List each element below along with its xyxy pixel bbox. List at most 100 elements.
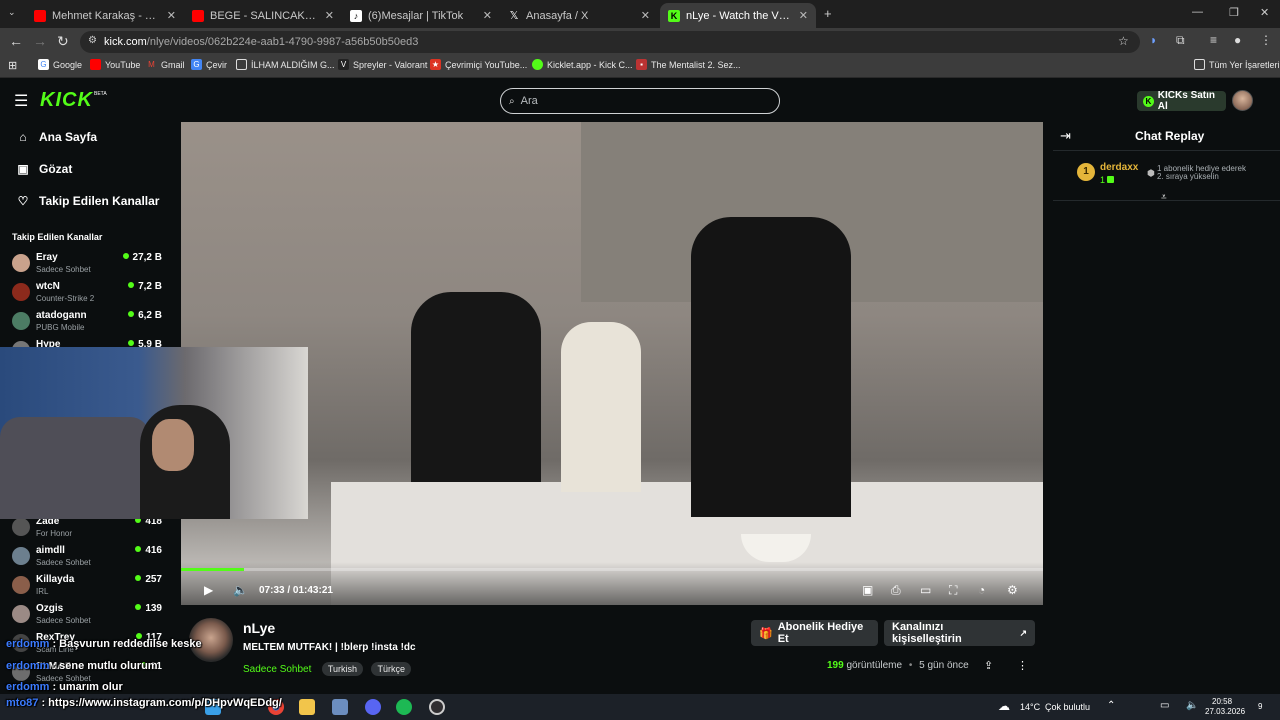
tag-turkce[interactable]: Türkçe [371,662,411,676]
video-player[interactable]: ▶ 🔈 07:33 / 01:43:21 ▣ ⎙ ▭ ⛶ ◔ ⚙ [181,122,1043,605]
tab-search-button[interactable]: ⌄ [8,7,16,18]
bookmark-star-icon[interactable]: ☆ [1118,34,1129,48]
clock-date[interactable]: 27.03.2026 [1205,707,1245,716]
obs-icon[interactable] [429,699,445,715]
settings-icon[interactable]: ⚙ [1007,583,1018,597]
more-options-icon[interactable]: ⋮ [1017,659,1028,672]
close-icon[interactable]: ✕ [325,9,334,22]
file-explorer-icon[interactable] [299,699,315,715]
clock-time[interactable]: 20:58 [1212,697,1232,706]
kicks-icon: K [1143,95,1154,107]
tab-youtube-1[interactable]: Mehmet Karakaş - YouTube✕ [26,3,184,28]
app-icon[interactable] [332,699,348,715]
media-icon[interactable]: ≡ [1210,33,1217,47]
tab-kick[interactable]: KnLye - Watch the VOD on Kick✕ [660,3,816,28]
tray-chevron-icon[interactable]: ⌃ [1107,700,1115,711]
clip-icon[interactable]: ⎙ [891,583,901,598]
close-icon[interactable]: ✕ [483,9,492,22]
video-age: 5 gün önce [919,660,969,671]
restore-button[interactable]: ❐ [1229,6,1239,19]
volume-icon[interactable]: 🔈 [1186,700,1198,711]
network-icon[interactable]: ▭ [1160,700,1169,711]
address-toolbar: ← → ↻ ⚙ kick.com/nlye/videos/062b224e-aa… [0,28,1280,56]
discord-icon[interactable] [365,699,381,715]
kick-logo[interactable]: KICK [40,89,93,112]
site-info-icon[interactable]: ⚙ [88,35,97,46]
tag-turkish[interactable]: Turkish [321,662,364,676]
mini-player-icon[interactable]: ▣ [862,583,873,597]
weather-icon[interactable]: ☁ [998,699,1010,713]
nav-browse[interactable]: ▣ Gözat [16,162,72,176]
spotify-icon[interactable] [396,699,412,715]
expand-leaderboard-icon[interactable]: ⩡ [1161,192,1167,203]
close-icon[interactable]: ✕ [167,9,176,22]
user-avatar[interactable] [1232,90,1253,111]
minimize-button[interactable]: — [1192,6,1203,18]
play-icon[interactable]: ▶ [204,583,213,597]
tab-tiktok[interactable]: ♪ (6)Mesajlar | TikTok ✕ [342,3,500,28]
apps-icon[interactable]: ⊞ [8,59,17,72]
customize-channel-button[interactable]: Kanalınızı kişiselleştirin ↗ [884,620,1035,646]
bookmark-folder[interactable]: İLHAM ALDIĞIM G... [236,59,335,70]
category-link[interactable]: Sadece Sohbet [243,664,311,675]
bookmark-youtube[interactable]: YouTube [90,59,140,70]
channel-item[interactable]: Ozgis Sadece Sohbet 139 [12,603,162,631]
hamburger-menu-icon[interactable]: ☰ [14,91,28,111]
tab-youtube-2[interactable]: BEGE - SALINCAK FT. WEGH, O✕ [184,3,342,28]
nav-home[interactable]: ⌂ Ana Sayfa [16,130,97,144]
share-icon[interactable]: ⇪ [984,659,993,672]
channel-name[interactable]: nLye [243,620,275,636]
menu-icon[interactable]: ⋮ [1260,33,1272,47]
close-icon[interactable]: ✕ [641,9,650,22]
close-icon[interactable]: ✕ [799,9,808,22]
leaderboard-entry[interactable]: 1 derdaxx 1 ⬢ 1 abonelik hediye ederek 2… [1077,162,1277,186]
forward-icon[interactable]: → [33,33,47,49]
profile-icon[interactable]: ● [1234,33,1241,47]
avatar [12,283,30,301]
volume-icon[interactable]: 🔈 [233,583,248,597]
close-window-button[interactable]: ✕ [1260,6,1269,19]
channel-item[interactable]: wtcN Counter-Strike 2 7,2 B [12,281,162,309]
progress-bar[interactable] [181,568,1043,571]
speed-icon[interactable]: ◔ [978,583,985,597]
new-tab-button[interactable]: + [824,6,832,21]
collapse-chat-icon[interactable]: ⇥ [1060,128,1071,144]
youtube-icon [90,59,101,70]
channel-item[interactable]: Eray Sadece Sohbet 27,2 B [12,252,162,280]
gift-subscription-button[interactable]: 🎁 Abonelik Hediye Et [751,620,878,646]
bookmark-gmail[interactable]: M Gmail [146,59,184,70]
valorant-icon: V [338,59,349,70]
notification-badge[interactable]: 9 [1258,702,1262,711]
channel-item[interactable]: atadogann PUBG Mobile 6,2 B [12,310,162,338]
tab-x[interactable]: 𝕏 Anasayfa / X ✕ [500,3,658,28]
all-bookmarks[interactable]: Tüm Yer İşaretleri [1194,59,1280,70]
channel-item[interactable]: aimdll Sadece Sohbet 416 [12,545,162,573]
bookmark-mentalist[interactable]: ▪ The Mentalist 2. Sez... [636,59,741,70]
bookmark-online-youtube[interactable]: ★ Çevrimiçi YouTube... [430,59,527,70]
chat-replay-panel: ⇥ Chat Replay 1 derdaxx 1 ⬢ 1 abonelik h… [1053,122,1280,694]
beta-badge: BETA [94,91,107,97]
bookmark-google[interactable]: G Google [38,59,82,70]
avatar [12,547,30,565]
puzzle-icon[interactable]: ⧉ [1176,33,1185,48]
gift-icon: ⬢ [1147,168,1155,178]
avatar [12,605,30,623]
buy-kicks-button[interactable]: K KICKs Satın Al [1137,90,1226,112]
fullscreen-icon[interactable]: ⛶ [949,583,957,598]
channel-item[interactable]: Killayda IRL 257 [12,574,162,602]
extension-icon[interactable]: ◗ [1150,33,1157,47]
channel-item[interactable]: Zade For Honor 418 [12,516,162,544]
nav-following[interactable]: ♡ Takip Edilen Kanallar [16,194,160,208]
theater-mode-icon[interactable]: ▭ [920,583,931,597]
tiktok-icon: ♪ [350,9,362,22]
bookmark-kicklet[interactable]: Kicklet.app - Kick C... [532,59,633,70]
back-icon[interactable]: ← [9,33,23,49]
url-bar[interactable]: ⚙ kick.com/nlye/videos/062b224e-aab1-479… [80,31,1140,53]
url-host: kick.com [104,36,147,48]
bookmark-valorant[interactable]: V Spreyler - Valorant [338,59,427,70]
youtube-icon [34,9,46,22]
x-icon: 𝕏 [509,9,519,22]
bookmark-translate[interactable]: G Çevir [191,59,227,70]
reload-icon[interactable]: ↻ [57,33,69,50]
search-input[interactable]: ⌕ Ara [500,88,780,114]
